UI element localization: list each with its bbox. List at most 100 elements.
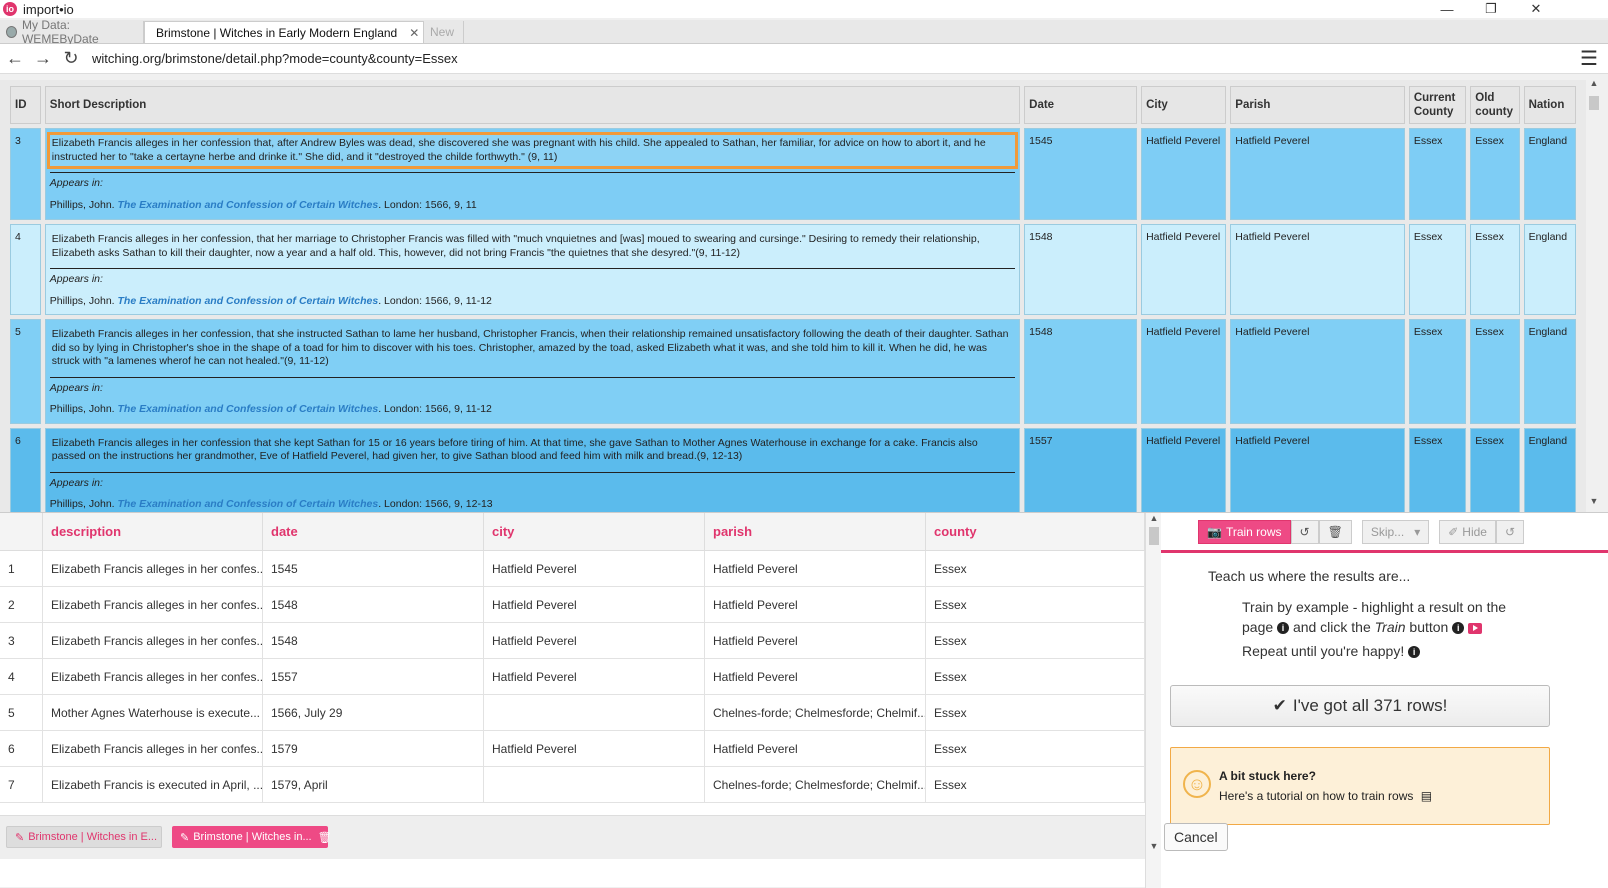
- header-parish[interactable]: Parish: [1230, 86, 1405, 124]
- row-description[interactable]: Elizabeth Francis alleges in her confess…: [44, 224, 1021, 315]
- column-parish[interactable]: parish: [705, 513, 926, 550]
- back-arrow-icon[interactable]: ←: [2, 46, 28, 72]
- grid-cell-date[interactable]: 1545: [263, 551, 484, 586]
- grid-cell-description[interactable]: Elizabeth Francis is executed in April, …: [43, 767, 263, 802]
- grid-cell-description[interactable]: Mother Agnes Waterhouse is execute...: [43, 695, 263, 730]
- scroll-thumb[interactable]: [1589, 96, 1599, 110]
- grid-cell-county[interactable]: Essex: [926, 551, 1145, 586]
- browser-tab-my-data[interactable]: My Data: WEMEByDate: [0, 18, 144, 46]
- column-county[interactable]: county: [926, 513, 1145, 550]
- grid-cell-parish[interactable]: Hatfield Peverel: [705, 587, 926, 622]
- grid-cell-county[interactable]: Essex: [926, 659, 1145, 694]
- citation-title-link[interactable]: The Examination and Confession of Certai…: [118, 403, 379, 415]
- browser-tab-brimstone[interactable]: Brimstone | Witches in Early Modern Engl…: [144, 21, 424, 43]
- tutorial-link[interactable]: Here's a tutorial on how to train rows ▤: [1219, 789, 1432, 803]
- skip-dropdown[interactable]: Skip... ▾: [1361, 519, 1430, 544]
- grid-cell-city[interactable]: [484, 767, 705, 802]
- grid-row[interactable]: 5 Mother Agnes Waterhouse is execute... 15…: [0, 695, 1145, 731]
- citation-title-link[interactable]: The Examination and Confession of Certai…: [118, 498, 379, 510]
- grid-row[interactable]: 6 Elizabeth Francis alleges in her confes…: [0, 731, 1145, 767]
- grid-cell-date[interactable]: 1548: [263, 623, 484, 658]
- info-icon[interactable]: i: [1452, 622, 1465, 635]
- grid-cell-city[interactable]: Hatfield Peverel: [484, 551, 705, 586]
- delete-button[interactable]: 🗑: [1318, 519, 1352, 544]
- source-tab-2[interactable]: ✎ Brimstone | Witches in... 🗑: [172, 826, 332, 848]
- close-tab-icon[interactable]: ✕: [409, 26, 419, 40]
- header-old-county[interactable]: Old county: [1470, 86, 1520, 124]
- header-nation[interactable]: Nation: [1523, 86, 1576, 124]
- grid-cell-city[interactable]: Hatfield Peverel: [484, 587, 705, 622]
- grid-cell-county[interactable]: Essex: [926, 695, 1145, 730]
- cancel-button[interactable]: Cancel: [1164, 823, 1228, 851]
- grid-cell-city[interactable]: Hatfield Peverel: [484, 659, 705, 694]
- grid-row[interactable]: 3 Elizabeth Francis alleges in her confes…: [0, 623, 1145, 659]
- row-description[interactable]: Elizabeth Francis alleges in her confess…: [44, 128, 1021, 220]
- grid-row[interactable]: 4 Elizabeth Francis alleges in her confes…: [0, 659, 1145, 695]
- header-date[interactable]: Date: [1024, 86, 1138, 124]
- grid-cell-city[interactable]: Hatfield Peverel: [484, 623, 705, 658]
- table-row[interactable]: 6 Elizabeth Francis alleges in her confe…: [10, 427, 1576, 512]
- grid-cell-description[interactable]: Elizabeth Francis alleges in her confes.…: [43, 587, 263, 622]
- highlighted-description[interactable]: Elizabeth Francis alleges in her confess…: [46, 132, 1019, 169]
- reload-icon[interactable]: ↻: [58, 46, 84, 72]
- grid-cell-date[interactable]: 1579, April: [263, 767, 484, 802]
- grid-cell-description[interactable]: Elizabeth Francis alleges in her confes.…: [43, 731, 263, 766]
- header-current-county[interactable]: Current County: [1408, 86, 1467, 124]
- grid-cell-parish[interactable]: Hatfield Peverel: [705, 659, 926, 694]
- grid-cell-city[interactable]: Hatfield Peverel: [484, 731, 705, 766]
- header-city[interactable]: City: [1141, 86, 1227, 124]
- info-icon[interactable]: i: [1277, 622, 1290, 635]
- grid-cell-parish[interactable]: Hatfield Peverel: [705, 623, 926, 658]
- source-tab-1[interactable]: ✎ Brimstone | Witches in E...: [6, 826, 162, 848]
- citation-title-link[interactable]: The Examination and Confession of Certai…: [118, 199, 379, 211]
- scroll-down-icon[interactable]: ▼: [1146, 841, 1162, 851]
- train-rows-button[interactable]: 📷 Train rows: [1198, 519, 1291, 544]
- grid-row[interactable]: 2 Elizabeth Francis alleges in her confes…: [0, 587, 1145, 623]
- table-row[interactable]: 5 Elizabeth Francis alleges in her confe…: [10, 319, 1576, 424]
- reset-button[interactable]: ↺: [1495, 519, 1525, 544]
- grid-row[interactable]: 1 Elizabeth Francis alleges in her confes…: [0, 551, 1145, 587]
- row-description[interactable]: Elizabeth Francis alleges in her confess…: [44, 427, 1021, 512]
- scroll-up-icon[interactable]: ▲: [1586, 78, 1602, 92]
- grid-cell-description[interactable]: Elizabeth Francis alleges in her confes.…: [43, 659, 263, 694]
- grid-cell-parish[interactable]: Chelnes-forde; Chelmesforde; Chelmif...: [705, 767, 926, 802]
- video-play-icon[interactable]: [1468, 622, 1483, 634]
- grid-cell-parish[interactable]: Hatfield Peverel: [705, 731, 926, 766]
- grid-cell-county[interactable]: Essex: [926, 623, 1145, 658]
- url-bar[interactable]: witching.org/brimstone/detail.php?mode=c…: [92, 51, 1580, 66]
- grid-row[interactable]: 7 Elizabeth Francis is executed in April,…: [0, 767, 1145, 803]
- header-short-description[interactable]: Short Description: [44, 86, 1021, 124]
- column-city[interactable]: city: [484, 513, 705, 550]
- grid-cell-date[interactable]: 1579: [263, 731, 484, 766]
- webpage-scrollbar[interactable]: ▲ ▼: [1586, 78, 1602, 512]
- column-description[interactable]: description: [43, 513, 263, 550]
- table-row[interactable]: 3 Elizabeth Francis alleges in her confe…: [10, 128, 1576, 220]
- close-window-button[interactable]: ✕: [1513, 0, 1559, 18]
- scroll-thumb[interactable]: [1149, 527, 1159, 545]
- grid-cell-date[interactable]: 1548: [263, 587, 484, 622]
- header-id[interactable]: ID: [10, 86, 41, 124]
- info-icon[interactable]: i: [1408, 646, 1421, 659]
- grid-cell-parish[interactable]: Hatfield Peverel: [705, 551, 926, 586]
- got-all-rows-button[interactable]: ✔ I've got all 371 rows!: [1170, 685, 1550, 727]
- citation-title-link[interactable]: The Examination and Confession of Certai…: [118, 295, 379, 307]
- row-description[interactable]: Elizabeth Francis alleges in her confess…: [44, 319, 1021, 424]
- column-date[interactable]: date: [263, 513, 484, 550]
- minimize-button[interactable]: —: [1424, 0, 1470, 18]
- grid-cell-parish[interactable]: Chelnes-forde; Chelmesforde; Chelmif...: [705, 695, 926, 730]
- forward-arrow-icon[interactable]: →: [30, 46, 56, 72]
- browser-tab-new[interactable]: New: [424, 21, 464, 43]
- grid-cell-county[interactable]: Essex: [926, 731, 1145, 766]
- grid-cell-county[interactable]: Essex: [926, 587, 1145, 622]
- grid-cell-description[interactable]: Elizabeth Francis alleges in her confes.…: [43, 623, 263, 658]
- restore-button[interactable]: ❐: [1468, 0, 1514, 18]
- trash-icon[interactable]: 🗑: [318, 831, 332, 844]
- scroll-up-icon[interactable]: ▲: [1146, 513, 1162, 523]
- table-row[interactable]: 4 Elizabeth Francis alleges in her confe…: [10, 224, 1576, 315]
- grid-cell-city[interactable]: [484, 695, 705, 730]
- hide-button[interactable]: ✐ Hide: [1439, 519, 1496, 544]
- scroll-down-icon[interactable]: ▼: [1586, 496, 1602, 510]
- undo-button[interactable]: ↺: [1290, 519, 1319, 544]
- grid-cell-description[interactable]: Elizabeth Francis alleges in her confes.…: [43, 551, 263, 586]
- grid-cell-date[interactable]: 1566, July 29: [263, 695, 484, 730]
